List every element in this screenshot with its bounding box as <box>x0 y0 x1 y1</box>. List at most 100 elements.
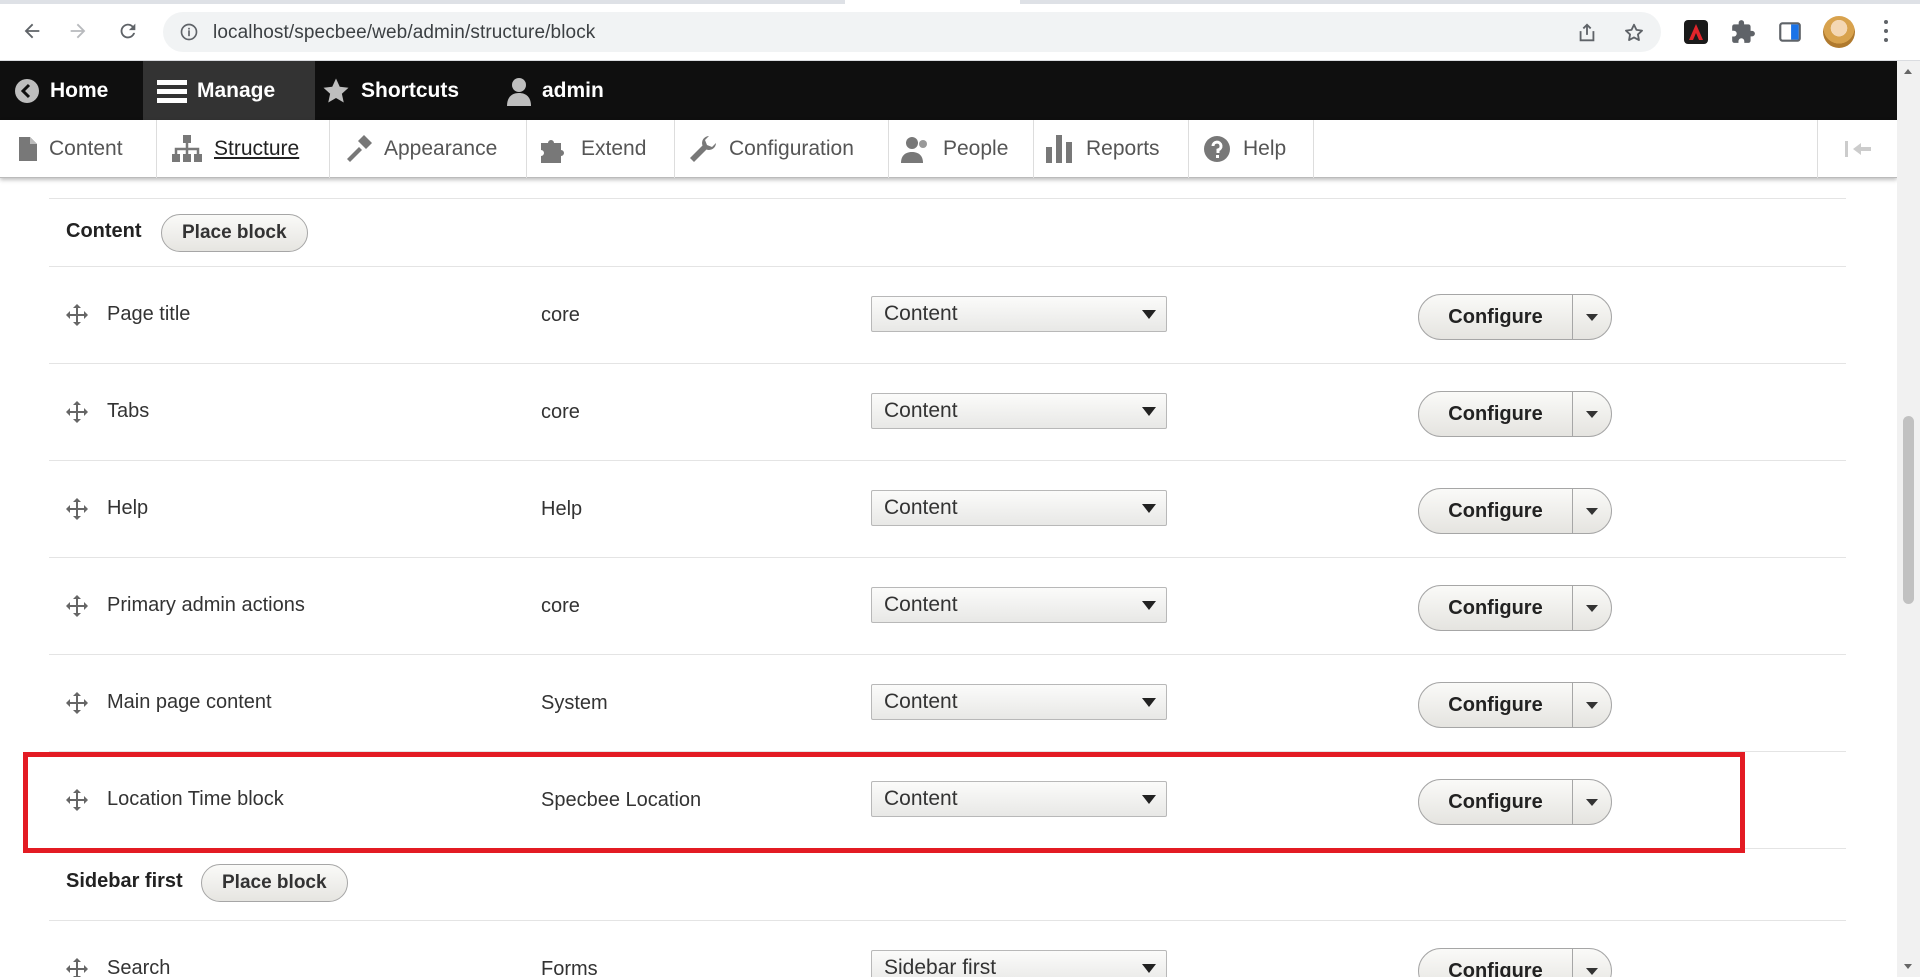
configure-button[interactable]: Configure <box>1419 295 1573 339</box>
drag-handle-icon[interactable] <box>65 497 89 521</box>
bookmark-star-icon[interactable] <box>1623 22 1645 44</box>
toolbar-home[interactable]: Home <box>14 61 108 120</box>
drag-handle-icon[interactable] <box>65 303 89 327</box>
region-select[interactable]: Content <box>871 781 1167 817</box>
tab-strip <box>0 0 1920 4</box>
dropbutton-toggle[interactable] <box>1573 489 1611 533</box>
table-row: Page title core Content Configure <box>49 266 1846 363</box>
browser-menu-icon[interactable] <box>1880 18 1892 46</box>
drag-handle-icon[interactable] <box>65 594 89 618</box>
address-bar[interactable]: localhost/specbee/web/admin/structure/bl… <box>163 12 1661 52</box>
operations-dropbutton: Configure <box>1418 682 1612 728</box>
scroll-down-icon[interactable] <box>1904 964 1912 969</box>
block-category: Specbee Location <box>541 789 702 811</box>
puzzle-icon <box>541 140 564 163</box>
scrollbar-thumb[interactable] <box>1903 416 1914 604</box>
region-select-value: Content <box>884 690 958 713</box>
chevron-down-icon <box>1586 967 1598 975</box>
tray-item-appearance[interactable]: Appearance <box>330 120 527 178</box>
dropdown-caret-icon <box>1142 795 1156 804</box>
table-row: Search Forms Sidebar first Configure <box>49 920 1846 977</box>
region-select[interactable]: Content <box>871 684 1167 720</box>
chevron-down-icon <box>1586 604 1598 612</box>
region-select-value: Content <box>884 302 958 325</box>
configure-button[interactable]: Configure <box>1419 780 1573 824</box>
reload-button[interactable] <box>113 16 143 46</box>
back-button[interactable] <box>17 16 47 46</box>
place-block-button[interactable]: Place block <box>161 214 308 252</box>
region-select[interactable]: Content <box>871 587 1167 623</box>
operations-dropbutton: Configure <box>1418 488 1612 534</box>
side-panel-icon[interactable] <box>1777 19 1803 45</box>
configure-button[interactable]: Configure <box>1419 392 1573 436</box>
configure-button[interactable]: Configure <box>1419 586 1573 630</box>
chevron-down-icon <box>1586 701 1598 709</box>
paintbrush-icon <box>347 135 372 162</box>
tray-orientation-toggle[interactable] <box>1817 120 1897 178</box>
operations-dropbutton: Configure <box>1418 779 1612 825</box>
table-row: Tabs core Content Configure <box>49 363 1846 460</box>
arrow-right-icon <box>70 23 86 39</box>
arrow-left-icon <box>24 23 40 39</box>
dropbutton-toggle[interactable] <box>1573 683 1611 727</box>
block-name: Main page content <box>107 691 272 713</box>
dropdown-caret-icon <box>1142 310 1156 319</box>
tray-item-label: People <box>943 137 1009 160</box>
profile-avatar[interactable] <box>1823 16 1855 48</box>
region-select[interactable]: Content <box>871 393 1167 429</box>
block-category: System <box>541 692 608 714</box>
region-select[interactable]: Content <box>871 296 1167 332</box>
configure-button[interactable]: Configure <box>1419 683 1573 727</box>
browser-toolbar: localhost/specbee/web/admin/structure/bl… <box>0 0 1920 61</box>
toolbar-shortcuts[interactable]: Shortcuts <box>321 61 459 120</box>
scroll-up-icon[interactable] <box>1904 69 1912 74</box>
dropbutton-toggle[interactable] <box>1573 295 1611 339</box>
url-text[interactable]: localhost/specbee/web/admin/structure/bl… <box>213 22 595 44</box>
tray-item-help[interactable]: Help <box>1189 120 1314 178</box>
dropbutton-toggle[interactable] <box>1573 392 1611 436</box>
toolbar-shortcuts-label: Shortcuts <box>361 78 460 102</box>
region-header-content: Content Place block <box>49 198 1846 266</box>
region-select[interactable]: Content <box>871 490 1167 526</box>
star-icon <box>323 78 349 102</box>
region-select-value: Content <box>884 399 958 422</box>
configure-button[interactable]: Configure <box>1419 489 1573 533</box>
info-icon[interactable] <box>179 22 199 42</box>
block-category: core <box>541 401 580 423</box>
drag-handle-icon[interactable] <box>65 691 89 715</box>
puzzle-extension-icon[interactable] <box>1730 19 1756 45</box>
operations-dropbutton: Configure <box>1418 585 1612 631</box>
drag-handle-icon[interactable] <box>65 400 89 424</box>
configure-button[interactable]: Configure <box>1419 949 1573 977</box>
tray-item-people[interactable]: People <box>889 120 1034 178</box>
region-select-value: Content <box>884 593 958 616</box>
dropbutton-toggle[interactable] <box>1573 780 1611 824</box>
tray-item-label: Reports <box>1086 137 1160 160</box>
tray-item-label: Structure <box>214 137 300 160</box>
region-select[interactable]: Sidebar first <box>871 950 1167 977</box>
share-icon[interactable] <box>1576 22 1598 44</box>
drag-handle-icon[interactable] <box>65 788 89 812</box>
block-name: Help <box>107 497 149 519</box>
operations-dropbutton: Configure <box>1418 948 1612 977</box>
tray-item-reports[interactable]: Reports <box>1034 120 1189 178</box>
drag-handle-icon[interactable] <box>65 957 89 977</box>
tray-item-extend[interactable]: Extend <box>527 120 675 178</box>
adobe-extension-icon[interactable] <box>1683 19 1709 45</box>
dropdown-caret-icon <box>1142 504 1156 513</box>
tray-item-structure[interactable]: Structure <box>157 120 330 178</box>
tray-item-label: Content <box>49 137 123 160</box>
toolbar-user-label: admin <box>542 78 604 102</box>
active-tab[interactable] <box>845 0 1020 4</box>
tray-item-label: Appearance <box>384 137 498 160</box>
tray-item-content[interactable]: Content <box>0 120 157 178</box>
forward-button[interactable] <box>63 16 93 46</box>
place-block-button[interactable]: Place block <box>201 864 348 902</box>
dropbutton-toggle[interactable] <box>1573 949 1611 977</box>
toolbar-manage[interactable]: Manage <box>143 61 315 120</box>
tray-item-configuration[interactable]: Configuration <box>675 120 889 178</box>
toolbar-user[interactable]: admin <box>506 61 604 120</box>
dropbutton-toggle[interactable] <box>1573 586 1611 630</box>
drupal-home-icon <box>15 78 39 103</box>
page-scrollbar[interactable] <box>1897 61 1920 977</box>
